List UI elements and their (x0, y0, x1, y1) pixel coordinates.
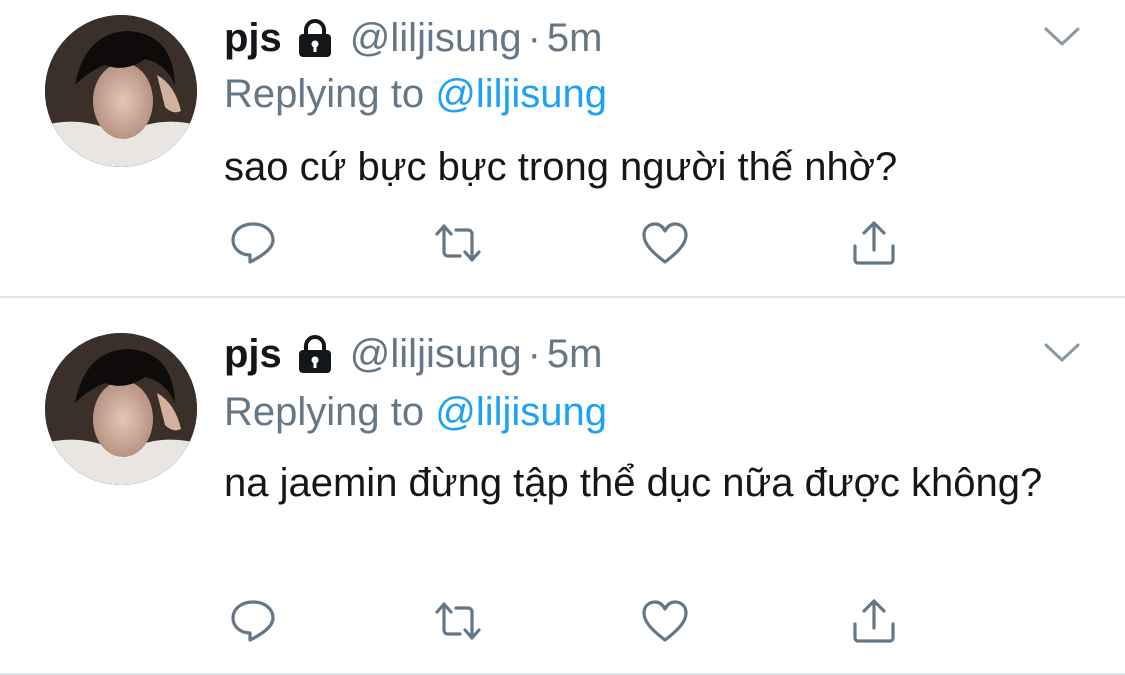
share-icon[interactable] (849, 598, 899, 644)
replying-to-link[interactable]: @liljisung (435, 390, 607, 434)
separator-dot: · (527, 15, 541, 60)
tweet-text: sao cứ bực bực trong người thế nhờ? (224, 145, 898, 189)
lock-icon (296, 18, 334, 58)
user-handle[interactable]: @liljisung (350, 332, 522, 377)
replying-to-line: Replying to @liljisung (224, 72, 607, 117)
avatar-photo (45, 333, 197, 485)
reply-icon[interactable] (228, 220, 278, 266)
tweet-header: pjs @liljisung · 5m (224, 14, 602, 62)
avatar-photo (45, 15, 197, 167)
like-icon[interactable] (640, 598, 690, 644)
replying-label: Replying to (224, 390, 425, 434)
chevron-down-icon[interactable] (1042, 24, 1082, 50)
share-icon[interactable] (849, 220, 899, 266)
avatar[interactable] (45, 333, 197, 485)
tweet-header: pjs @liljisung · 5m (224, 330, 602, 378)
tweet[interactable]: pjs @liljisung · 5m Replying to @liljisu… (0, 298, 1125, 675)
retweet-icon[interactable] (433, 598, 483, 644)
retweet-icon[interactable] (433, 220, 483, 266)
replying-label: Replying to (224, 72, 425, 116)
tweet-text: na jaemin đừng tập thể dục nữa được khôn… (224, 461, 1043, 505)
avatar[interactable] (45, 15, 197, 167)
timestamp[interactable]: 5m (547, 16, 603, 61)
replying-to-line: Replying to @liljisung (224, 390, 607, 435)
timestamp[interactable]: 5m (547, 332, 603, 377)
display-name[interactable]: pjs (224, 16, 282, 61)
user-handle[interactable]: @liljisung (350, 16, 522, 61)
display-name[interactable]: pjs (224, 332, 282, 377)
replying-to-link[interactable]: @liljisung (435, 72, 607, 116)
chevron-down-icon[interactable] (1042, 340, 1082, 366)
tweet[interactable]: pjs @liljisung · 5m Replying to @liljisu… (0, 0, 1125, 296)
separator-dot: · (527, 331, 541, 376)
reply-icon[interactable] (228, 598, 278, 644)
like-icon[interactable] (640, 220, 690, 266)
lock-icon (296, 334, 334, 374)
